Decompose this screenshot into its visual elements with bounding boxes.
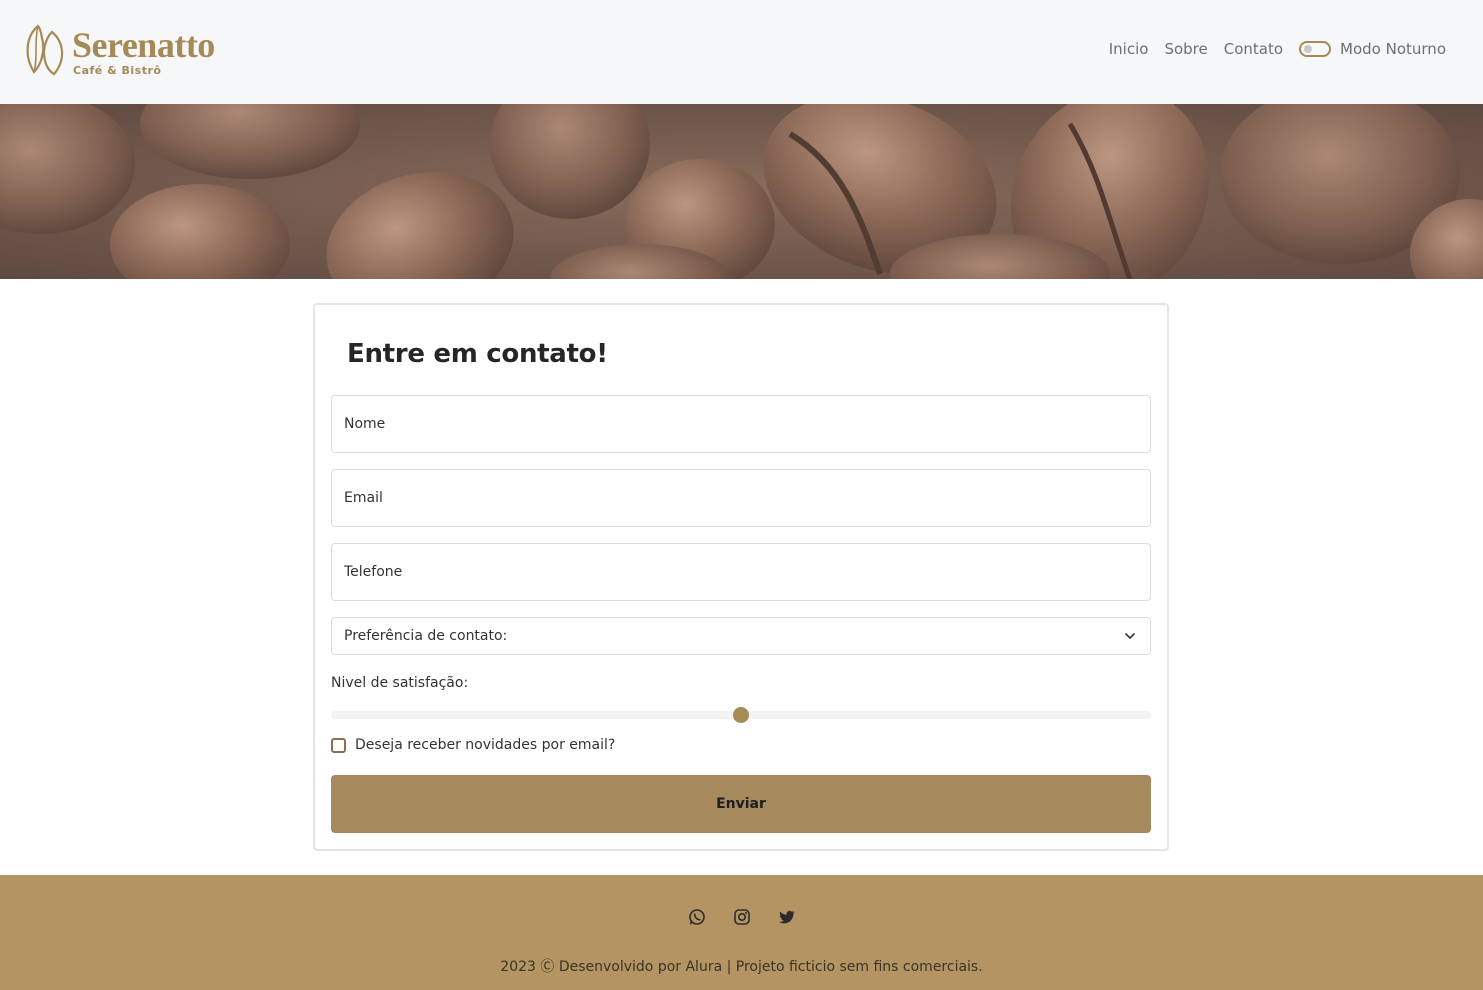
email-placeholder: Email <box>344 490 383 506</box>
name-field[interactable]: Nome <box>331 395 1151 453</box>
social-links <box>0 908 1483 926</box>
logo[interactable]: Serenatto Café & Bistrô <box>24 22 215 78</box>
whatsapp-icon[interactable] <box>688 908 706 926</box>
coffee-bean-logo-icon <box>26 24 64 76</box>
contact-preference-select[interactable]: Preferência de contato: <box>331 617 1151 655</box>
newsletter-checkbox[interactable] <box>331 737 346 753</box>
phone-field[interactable]: Telefone <box>331 543 1151 601</box>
coffee-beans-image <box>0 104 1483 279</box>
email-field[interactable]: Email <box>331 469 1151 527</box>
nav-item-sobre[interactable]: Sobre <box>1164 40 1207 58</box>
newsletter-option[interactable]: Deseja receber novidades por email? <box>331 737 615 753</box>
twitter-icon[interactable] <box>778 908 796 926</box>
phone-placeholder: Telefone <box>344 564 403 580</box>
toggle-knob <box>1304 45 1313 53</box>
dark-mode-toggle[interactable] <box>1299 41 1332 57</box>
nav-item-inicio[interactable]: Inicio <box>1109 40 1149 58</box>
logo-name: Serenatto <box>72 25 215 65</box>
contact-preference-value: Preferência de contato: <box>344 628 508 644</box>
site-footer: 2023 Ⓒ Desenvolvido por Alura | Projeto … <box>0 875 1483 990</box>
satisfaction-slider[interactable] <box>331 707 1151 723</box>
instagram-icon[interactable] <box>733 908 751 926</box>
site-header: Serenatto Café & Bistrô Inicio Sobre Con… <box>0 0 1483 104</box>
footer-copyright: 2023 Ⓒ Desenvolvido por Alura | Projeto … <box>500 959 983 975</box>
form-title: Entre em contato! <box>347 339 608 369</box>
newsletter-label: Deseja receber novidades por email? <box>355 737 616 753</box>
nav-item-contato[interactable]: Contato <box>1224 40 1283 58</box>
slider-thumb[interactable] <box>733 707 749 723</box>
hero-banner <box>0 104 1483 279</box>
dark-mode-label: Modo Noturno <box>1340 40 1446 58</box>
satisfaction-label: Nivel de satisfação: <box>331 675 469 691</box>
logo-tagline: Café & Bistrô <box>73 64 162 77</box>
chevron-down-icon <box>1125 633 1135 639</box>
name-placeholder: Nome <box>344 416 386 432</box>
main-nav: Inicio Sobre Contato Modo Noturno <box>1109 40 1446 58</box>
submit-button[interactable]: Enviar <box>331 775 1151 833</box>
contact-form-card: Entre em contato! Nome Email Telefone Pr… <box>313 303 1169 851</box>
